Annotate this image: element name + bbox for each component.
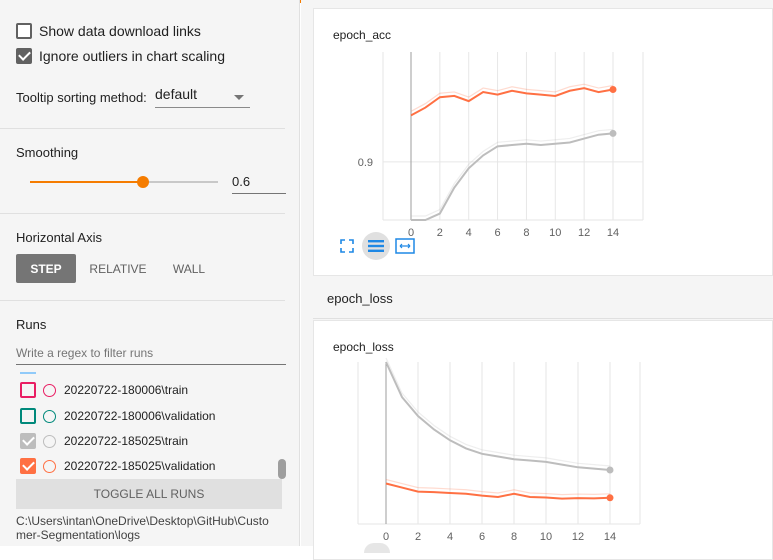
tooltip-sorting-value: default — [155, 86, 198, 102]
smoothing-input[interactable]: 0.6 — [232, 170, 286, 194]
series-end-point — [606, 466, 614, 474]
series-line — [385, 482, 611, 500]
x-tick-label: 14 — [607, 227, 619, 239]
divider — [0, 213, 285, 214]
main-dashboard: epoch_acc 0.9 0 2 4 6 8 10 12 14 epoch_loss epoc… — [301, 0, 773, 560]
x-tick-label: 4 — [466, 227, 472, 239]
fit-domain-icon[interactable] — [394, 235, 416, 257]
x-tick-label: 6 — [495, 227, 501, 239]
x-tick-label: 8 — [511, 531, 517, 543]
run-color-circle-icon[interactable] — [43, 383, 56, 397]
x-tick-label: 10 — [549, 227, 561, 239]
x-tick-label: 2 — [415, 531, 421, 543]
series-line — [410, 87, 614, 117]
epoch-loss-chart[interactable]: 0 2 4 6 8 10 12 14 — [314, 356, 773, 556]
run-checkbox[interactable] — [20, 382, 36, 398]
runs-label: Runs — [16, 317, 47, 332]
run-item[interactable]: 20220722-180006\validation — [20, 407, 215, 425]
run-checkbox[interactable] — [20, 433, 36, 449]
show-download-links-checkbox[interactable] — [16, 23, 32, 39]
run-name: 20220722-180006\validation — [64, 409, 216, 423]
epoch-acc-card: epoch_acc 0.9 0 2 4 6 8 10 12 14 — [313, 8, 773, 276]
run-checkbox[interactable] — [20, 458, 36, 474]
x-tick-label: 0 — [383, 531, 389, 543]
smoothing-slider[interactable] — [30, 176, 218, 188]
tooltip-sorting-label: Tooltip sorting method: — [16, 90, 147, 105]
divider — [0, 128, 285, 129]
x-tick-label: 8 — [523, 227, 529, 239]
series-end-point — [609, 129, 617, 137]
runs-scrollbar[interactable] — [278, 459, 286, 479]
x-tick-label: 12 — [578, 227, 590, 239]
toggle-all-runs-button[interactable]: TOGGLE ALL RUNS — [16, 479, 282, 509]
run-filter-placeholder: Write a regex to filter runs — [16, 346, 154, 360]
toggle-log-scale-icon[interactable] — [364, 543, 390, 553]
axis-step-button[interactable]: STEP — [16, 254, 76, 283]
run-item[interactable]: 20220722-185025\train — [20, 432, 188, 450]
x-tick-label: 12 — [572, 531, 584, 543]
run-name: 20220722-185025\train — [64, 434, 189, 448]
divider — [313, 318, 773, 319]
logdir-path: C:\Users\intan\OneDrive\Desktop\GitHub\C… — [16, 514, 269, 542]
run-item[interactable]: 20220722-180006\train — [20, 381, 188, 399]
series-end-point — [609, 85, 617, 93]
x-tick-label: 6 — [479, 531, 485, 543]
series-end-point — [606, 494, 614, 502]
run-name: 20220722-180006\train — [64, 383, 189, 397]
axis-relative-button[interactable]: RELATIVE — [84, 254, 152, 283]
settings-sidebar: Show data download links Ignore outliers… — [0, 0, 300, 546]
run-item[interactable]: 20220722-185025\validation — [20, 457, 215, 475]
smoothing-slider-fill — [30, 181, 143, 183]
ignore-outliers-option[interactable]: Ignore outliers in chart scaling — [16, 48, 225, 64]
epoch-loss-card: epoch_loss 0 2 4 6 8 10 12 14 — [313, 320, 773, 560]
epoch-acc-chart[interactable]: 0.90 2 4 6 8 10 12 14 — [314, 44, 773, 249]
horizontal-axis-label: Horizontal Axis — [16, 230, 102, 245]
chart-title: epoch_acc — [333, 28, 392, 42]
toggle-log-scale-icon[interactable] — [362, 232, 390, 260]
smoothing-label: Smoothing — [16, 145, 79, 160]
run-color-circle-icon[interactable] — [43, 434, 56, 448]
smoothing-slider-thumb[interactable] — [136, 176, 149, 188]
run-color-circle-icon[interactable] — [43, 459, 56, 473]
ignore-outliers-checkbox[interactable] — [16, 48, 32, 64]
ignore-outliers-label: Ignore outliers in chart scaling — [39, 48, 225, 64]
y-tick-label: 0.9 — [358, 157, 373, 169]
run-name: 20220722-185025\validation — [64, 459, 216, 473]
fullscreen-icon[interactable] — [336, 235, 358, 257]
smoothing-value: 0.6 — [232, 174, 251, 189]
series-raw-line — [385, 357, 611, 467]
scrolled-run-edge — [20, 372, 36, 374]
x-tick-label: 10 — [540, 531, 552, 543]
x-tick-label: 2 — [437, 227, 443, 239]
dropdown-arrow-icon — [234, 95, 244, 100]
show-download-links-label: Show data download links — [39, 23, 201, 39]
chart-title: epoch_loss — [333, 340, 394, 354]
show-download-links-option[interactable]: Show data download links — [16, 23, 201, 39]
series-raw-line — [411, 128, 614, 217]
x-tick-label: 4 — [447, 531, 453, 543]
run-filter-input[interactable]: Write a regex to filter runs — [16, 343, 286, 365]
divider — [0, 300, 285, 301]
run-checkbox[interactable] — [20, 408, 36, 424]
axis-wall-button[interactable]: WALL — [164, 254, 214, 283]
run-color-circle-icon[interactable] — [43, 409, 56, 423]
series-line — [385, 361, 611, 471]
tooltip-sorting-select[interactable]: default — [155, 86, 250, 108]
epoch-loss-group-title[interactable]: epoch_loss — [327, 291, 393, 306]
x-tick-label: 14 — [604, 531, 616, 543]
